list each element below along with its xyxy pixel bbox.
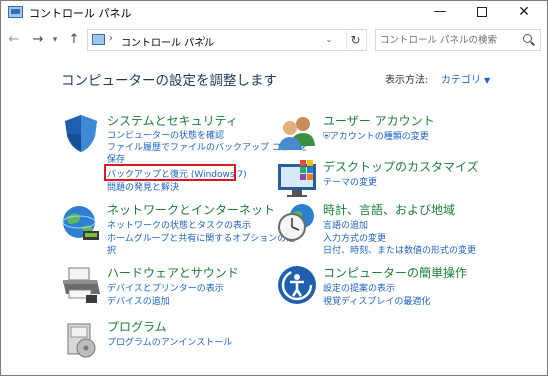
title-bar[interactable]: コントロール パネル — ✕ xyxy=(1,1,547,25)
chevron-down-icon[interactable]: ⌄ xyxy=(320,33,338,47)
link-network-status[interactable]: ネットワークの状態とタスクの表示 xyxy=(107,218,251,231)
link-optimize-display[interactable]: 視覚ディスプレイの最適化 xyxy=(323,294,430,307)
page-title: コンピューターの設定を調整します xyxy=(61,73,277,89)
chevron-down-icon: ▼ xyxy=(484,76,491,85)
category-title[interactable]: ユーザー アカウント xyxy=(323,112,435,129)
control-panel-window: コントロール パネル — ✕ ← → ▾ ↑ › コントロール パネル › ⌄ … xyxy=(0,0,548,376)
refresh-button[interactable]: ↻ xyxy=(346,31,364,49)
chevron-right-icon[interactable]: › xyxy=(202,33,206,44)
shield-icon: ⛨ xyxy=(323,132,330,142)
link-homegroup-cont[interactable]: 択 xyxy=(107,243,116,256)
chevron-right-icon[interactable]: › xyxy=(109,33,113,44)
view-by-dropdown[interactable]: カテゴリ ▼ xyxy=(441,71,490,86)
navigation-bar: ← → ▾ ↑ › コントロール パネル › ⌄ ↻ xyxy=(1,27,547,53)
search-input[interactable] xyxy=(380,33,514,48)
category-title[interactable]: システムとセキュリティ xyxy=(107,112,238,129)
link-suggested-settings[interactable]: 設定の提案の表示 xyxy=(323,281,395,294)
programs-icon[interactable] xyxy=(60,318,102,360)
maximize-icon xyxy=(477,6,487,17)
link-uninstall[interactable]: プログラムのアンインストール xyxy=(107,335,232,348)
close-button[interactable]: ✕ xyxy=(503,1,545,25)
category-title[interactable]: 時計、言語、および地域 xyxy=(323,201,455,218)
link-change-account-type[interactable]: ⛨アカウントの種類の変更 xyxy=(323,129,429,142)
users-icon[interactable] xyxy=(276,112,318,154)
view-by-label: 表示方法: xyxy=(385,75,429,86)
ease-of-access-icon[interactable] xyxy=(276,264,318,306)
category-title[interactable]: ハードウェアとサウンド xyxy=(107,264,239,281)
printer-icon[interactable] xyxy=(60,264,102,306)
back-button[interactable]: ← xyxy=(5,30,23,50)
search-icon[interactable] xyxy=(522,33,536,47)
link-add-device[interactable]: デバイスの追加 xyxy=(107,294,170,307)
category-title[interactable]: デスクトップのカスタマイズ xyxy=(323,158,479,175)
search-box xyxy=(375,29,541,51)
view-by-value: カテゴリ xyxy=(441,75,481,86)
window-title: コントロール パネル xyxy=(29,7,132,20)
shield-icon[interactable] xyxy=(60,112,102,154)
highlight-box xyxy=(104,164,236,181)
breadcrumb[interactable]: コントロール パネル xyxy=(121,34,214,49)
link-label: アカウントの種類の変更 xyxy=(329,132,429,142)
control-panel-icon xyxy=(8,6,23,18)
link-devices-printers[interactable]: デバイスとプリンターの表示 xyxy=(107,281,224,294)
recent-locations-button[interactable]: ▾ xyxy=(49,30,61,50)
link-troubleshoot[interactable]: 問題の発見と解決 xyxy=(107,180,179,193)
monitor-palette-icon[interactable] xyxy=(276,158,318,200)
forward-button[interactable]: → xyxy=(29,30,47,50)
link-homegroup[interactable]: ホームグループと共有に関するオプションの選 xyxy=(107,231,295,244)
category-title[interactable]: コンピューターの簡単操作 xyxy=(323,264,467,281)
link-date-time-format[interactable]: 日付、時刻、または数値の形式の変更 xyxy=(323,243,476,256)
link-change-theme[interactable]: テーマの変更 xyxy=(323,175,377,188)
address-bar[interactable]: › コントロール パネル › ⌄ ↻ xyxy=(87,29,367,51)
network-globe-icon[interactable] xyxy=(60,201,102,243)
maximize-button[interactable] xyxy=(461,1,503,25)
category-title[interactable]: プログラム xyxy=(107,318,167,335)
control-panel-icon xyxy=(92,34,105,45)
link-add-language[interactable]: 言語の追加 xyxy=(323,218,368,231)
category-title[interactable]: ネットワークとインターネット xyxy=(107,201,275,218)
up-button[interactable]: ↑ xyxy=(65,30,83,50)
minimize-button[interactable]: — xyxy=(419,1,461,25)
clock-globe-icon[interactable] xyxy=(276,201,318,243)
